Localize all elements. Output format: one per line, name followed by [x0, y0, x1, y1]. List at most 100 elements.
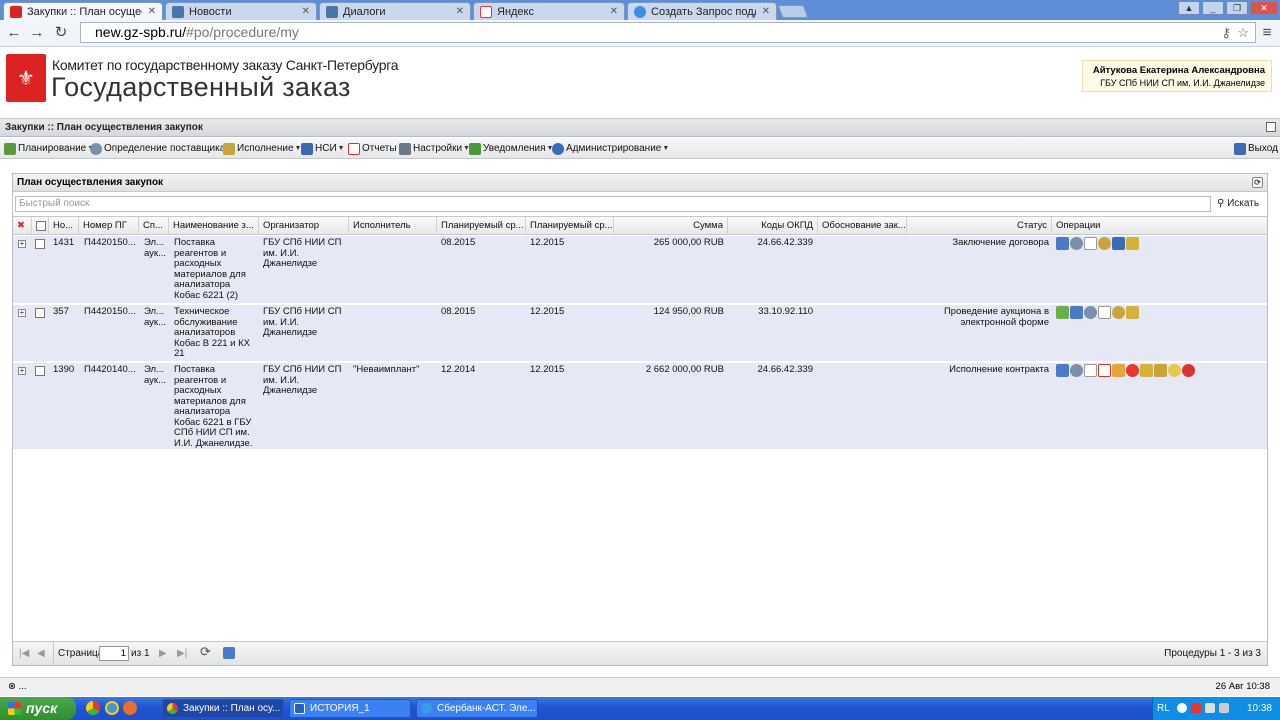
col-planned-end[interactable]: Планируемый ср... — [526, 217, 614, 235]
scroll-icon[interactable] — [1126, 306, 1139, 319]
browser-tab-support[interactable]: Создать Запрос поддержки ✕ — [627, 2, 777, 20]
scroll-icon[interactable] — [1140, 364, 1153, 377]
row-checkbox[interactable] — [35, 239, 45, 249]
menu-administration[interactable]: Администрирование ▼ — [552, 141, 669, 156]
menu-reports[interactable]: Отчеты — [348, 141, 397, 156]
language-indicator[interactable]: RL — [1157, 697, 1170, 720]
browser-tab-yandex[interactable]: Яндекс ✕ — [473, 2, 625, 20]
browser-tab-news[interactable]: Новости ✕ — [165, 2, 317, 20]
back-arrow-icon[interactable]: ← — [5, 24, 23, 42]
prev-page-icon[interactable]: ◀ — [37, 647, 45, 661]
gears-icon[interactable] — [1070, 364, 1083, 377]
taskbar-window-zakupki[interactable]: Закупки :: План осу... — [162, 699, 284, 718]
minimize-button[interactable]: _ — [1202, 1, 1224, 15]
document-icon[interactable] — [1084, 237, 1097, 250]
users-icon[interactable] — [1182, 364, 1195, 377]
maximize-button[interactable]: ❐ — [1226, 1, 1248, 15]
document-icon[interactable] — [1084, 364, 1097, 377]
col-status[interactable]: Статус — [907, 217, 1052, 235]
page-number-input[interactable]: 1 — [99, 646, 129, 661]
col-organizer[interactable]: Организатор — [259, 217, 349, 235]
reload-icon[interactable]: ↻ — [52, 24, 70, 42]
close-tab-icon[interactable]: ✕ — [456, 6, 464, 17]
firefox-icon[interactable] — [123, 701, 137, 715]
menu-planning[interactable]: Планирование▼ — [4, 141, 94, 156]
chart-icon[interactable] — [1070, 306, 1083, 319]
calculator-icon[interactable] — [1112, 237, 1125, 250]
first-page-icon[interactable]: |◀ — [19, 647, 29, 661]
clear-filter-icon[interactable]: ✖ — [13, 217, 32, 235]
col-justification[interactable]: Обоснование зак... — [818, 217, 907, 235]
money-icon[interactable] — [1056, 306, 1069, 319]
col-sum[interactable]: Сумма — [614, 217, 728, 235]
menu-notifications[interactable]: Уведомления ▼ — [469, 141, 553, 156]
table-row[interactable]: + 1390 П4420140... Эл... аук... Поставка… — [13, 363, 1267, 450]
user-info-box[interactable]: Айтукова Екатерина Александровна ГБУ СПб… — [1082, 60, 1272, 92]
menu-execution[interactable]: Исполнение ▼ — [223, 141, 301, 156]
save-icon[interactable] — [223, 647, 235, 659]
col-name[interactable]: Наименование з... — [169, 217, 259, 235]
chrome-icon[interactable] — [86, 701, 100, 715]
col-number[interactable]: Но... — [49, 217, 79, 235]
maximize-panel-icon[interactable] — [1266, 122, 1276, 132]
chart-icon[interactable] — [1056, 237, 1069, 250]
bar-chart-icon[interactable] — [1154, 364, 1167, 377]
stop-icon[interactable] — [1126, 364, 1139, 377]
menu-icon[interactable]: ≡ — [1258, 24, 1276, 42]
next-page-icon[interactable]: ▶ — [159, 647, 167, 661]
menu-nsi[interactable]: НСИ ▼ — [301, 141, 345, 156]
url-input[interactable]: new.gz-spb.ru/#po/procedure/my ⚷ ☆ — [80, 22, 1256, 43]
close-tab-icon[interactable]: ✕ — [302, 6, 310, 17]
select-all-checkbox[interactable] — [32, 217, 49, 235]
close-tab-icon[interactable]: ✕ — [610, 6, 618, 17]
expand-row-icon[interactable]: + — [18, 240, 26, 248]
new-tab-button[interactable] — [777, 5, 809, 18]
user-profile-icon[interactable]: ▲ — [1178, 1, 1200, 15]
document-icon[interactable] — [1098, 306, 1111, 319]
row-checkbox[interactable] — [35, 308, 45, 318]
gears-icon[interactable] — [1084, 306, 1097, 319]
col-executor[interactable]: Исполнитель — [349, 217, 437, 235]
browser-tab-dialogs[interactable]: Диалоги ✕ — [319, 2, 471, 20]
taskbar-window-sberbank[interactable]: Сбербанк-АСТ. Эле... — [416, 699, 538, 718]
ie-icon[interactable] — [105, 701, 119, 715]
close-window-button[interactable]: ✕ — [1250, 1, 1278, 15]
expand-row-icon[interactable]: + — [18, 367, 26, 375]
col-method[interactable]: Сп... — [139, 217, 169, 235]
gears-icon[interactable] — [1070, 237, 1083, 250]
row-checkbox[interactable] — [35, 366, 45, 376]
table-row[interactable]: + 357 П4420150... Эл... аук... Техническ… — [13, 305, 1267, 362]
table-row[interactable]: + 1431 П4420150... Эл... аук... Поставка… — [13, 236, 1267, 304]
expand-row-icon[interactable]: + — [18, 309, 26, 317]
col-planned-start[interactable]: Планируемый ср... — [437, 217, 526, 235]
logout-button[interactable]: Выход — [1234, 141, 1278, 156]
quick-search-input[interactable]: Быстрый поиск — [15, 196, 1211, 212]
taskbar-window-history[interactable]: ИСТОРИЯ_1 — [289, 699, 411, 718]
scroll-icon[interactable] — [1126, 237, 1139, 250]
key-icon[interactable] — [1168, 364, 1181, 377]
refresh-panel-icon[interactable]: ⟳ — [1252, 177, 1263, 188]
edit-icon[interactable] — [1112, 364, 1125, 377]
chart-icon[interactable] — [1056, 364, 1069, 377]
forward-arrow-icon[interactable]: → — [28, 24, 46, 42]
emblem-icon[interactable] — [1098, 237, 1111, 250]
close-tab-icon[interactable]: ✕ — [148, 6, 156, 17]
bookmark-star-icon[interactable]: ☆ — [1237, 23, 1249, 42]
report-icon[interactable] — [1098, 364, 1111, 377]
key-icon[interactable]: ⚷ — [1221, 23, 1231, 42]
col-pg-number[interactable]: Номер ПГ — [79, 217, 139, 235]
start-button[interactable]: пуск — [0, 697, 76, 720]
search-button[interactable]: ⚲ Искать — [1217, 196, 1259, 212]
last-page-icon[interactable]: ▶| — [177, 647, 187, 661]
close-tab-icon[interactable]: ✕ — [762, 6, 770, 17]
tray-app-icon[interactable] — [1177, 703, 1187, 713]
network-icon[interactable] — [1205, 703, 1215, 713]
volume-icon[interactable] — [1219, 703, 1229, 713]
col-okpd[interactable]: Коды ОКПД — [728, 217, 818, 235]
menu-settings[interactable]: Настройки ▼ — [399, 141, 470, 156]
emblem-icon[interactable] — [1112, 306, 1125, 319]
antivirus-icon[interactable] — [1191, 703, 1201, 713]
menu-supplier-selection[interactable]: Определение поставщика▼ — [90, 141, 233, 156]
refresh-icon[interactable]: ⟳ — [200, 645, 211, 659]
browser-tab-zakupki[interactable]: Закупки :: План осуществле ✕ — [3, 2, 163, 20]
